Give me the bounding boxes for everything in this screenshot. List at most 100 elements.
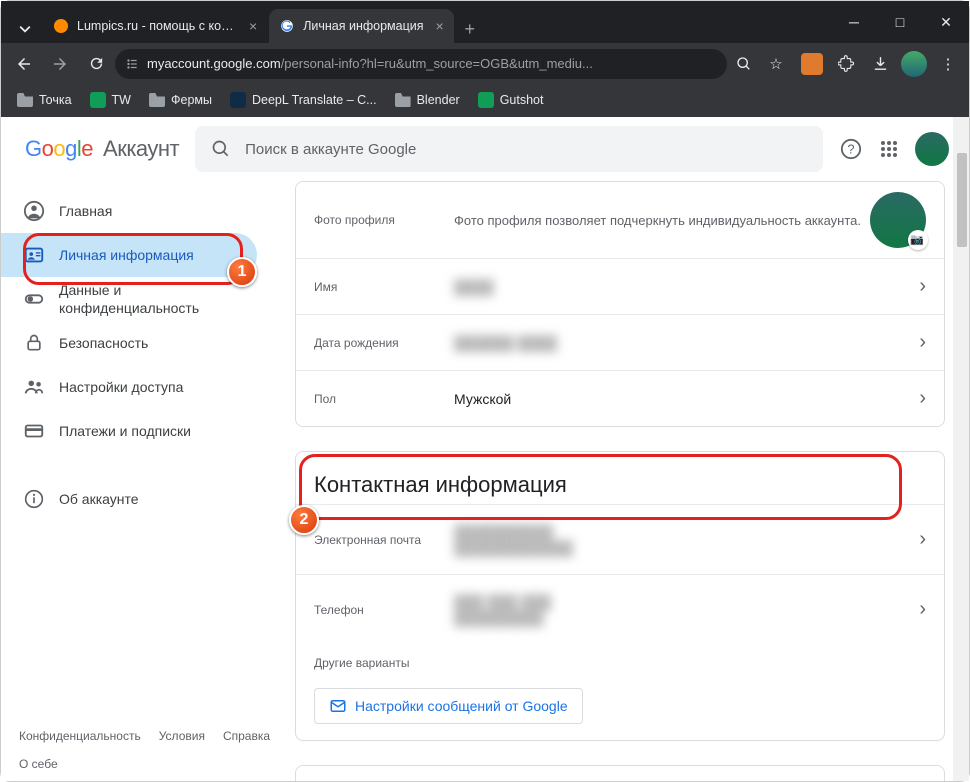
chevron-right-icon: › [919, 275, 926, 298]
tab-list-dropdown[interactable] [11, 15, 39, 43]
row-label: Имя [314, 280, 454, 294]
row-label: Пол [314, 392, 454, 406]
info-icon [23, 488, 45, 510]
address-bar[interactable]: myaccount.google.com/personal-info?hl=ru… [115, 49, 727, 79]
url-host: myaccount.google.com [147, 56, 281, 71]
toggle-icon [23, 288, 45, 310]
close-icon[interactable]: × [436, 18, 444, 34]
account-label: Аккаунт [103, 136, 179, 162]
bookmark-star-icon[interactable]: ☆ [761, 49, 791, 79]
sidebar-item-home[interactable]: Главная [1, 189, 257, 233]
sidebar-item-personal-info[interactable]: Личная информация [1, 233, 257, 277]
footer-privacy[interactable]: Конфиденциальность [19, 729, 141, 743]
sidebar-item-data-privacy[interactable]: Данные и конфиденциальность [1, 277, 257, 321]
sheet-icon [478, 92, 494, 108]
user-circle-icon [23, 200, 45, 222]
profile-avatar-chrome[interactable] [899, 49, 929, 79]
bookmark-deepl[interactable]: DeepL Translate – С... [224, 88, 383, 112]
apps-grid-icon[interactable] [877, 137, 901, 161]
tab-personal-info[interactable]: Личная информация × [269, 9, 454, 43]
row-value: ██████ ████ [454, 335, 919, 351]
folder-icon [395, 93, 411, 107]
row-label: Телефон [314, 603, 454, 617]
id-card-icon [23, 244, 45, 266]
row-phone[interactable]: Телефон ███ ███ ███ █████████ › [296, 574, 944, 644]
folder-icon [17, 93, 33, 107]
bookmark-gutshot[interactable]: Gutshot [472, 88, 550, 112]
sidebar-label: Данные и конфиденциальность [59, 281, 235, 317]
account-avatar[interactable] [915, 132, 949, 166]
google-messages-settings-button[interactable]: Настройки сообщений от Google [314, 688, 583, 724]
row-email[interactable]: Электронная почта ██████████ ███████████… [296, 504, 944, 574]
mail-icon [329, 697, 347, 715]
back-button[interactable] [7, 48, 41, 80]
bookmark-tw[interactable]: TW [84, 88, 137, 112]
zoom-icon[interactable] [729, 49, 759, 79]
google-account-logo[interactable]: Google Аккаунт [17, 136, 179, 162]
favicon-lumpics [53, 18, 69, 34]
new-tab-button[interactable]: + [456, 15, 484, 43]
row-gender[interactable]: Пол Мужской › [296, 370, 944, 426]
row-value: Мужской [454, 391, 919, 407]
basic-info-card: Фото профиля Фото профиля позволяет подч… [295, 181, 945, 427]
bookmark-folder[interactable]: Точка [11, 89, 78, 111]
annotation-badge-1: 1 [227, 257, 257, 287]
footer-terms[interactable]: Условия [159, 729, 205, 743]
reload-button[interactable] [79, 48, 113, 80]
sidebar-label: Настройки доступа [59, 379, 183, 395]
svg-text:?: ? [847, 142, 854, 157]
row-name[interactable]: Имя ████ › [296, 258, 944, 314]
annotation-badge-2: 2 [289, 505, 319, 535]
tab-lumpics[interactable]: Lumpics.ru - помощь с компь × [43, 9, 267, 43]
sidebar-item-about[interactable]: Об аккаунте [1, 477, 257, 521]
scrollbar-thumb[interactable] [957, 153, 967, 247]
window-maximize[interactable]: □ [877, 2, 923, 42]
window-minimize[interactable]: ─ [831, 2, 877, 42]
section-title: Адреса [296, 766, 944, 781]
footer-help[interactable]: Справка [223, 729, 270, 743]
row-value: ███ ███ ███ █████████ [454, 594, 919, 626]
close-icon[interactable]: × [249, 18, 257, 34]
window-close[interactable]: ✕ [923, 2, 969, 42]
sidebar-item-security[interactable]: Безопасность [1, 321, 257, 365]
profile-photo[interactable]: 📷 [870, 192, 926, 248]
contact-info-card: Контактная информация Электронная почта … [295, 451, 945, 741]
sidebar-item-payments[interactable]: Платежи и подписки [1, 409, 257, 453]
other-options-label: Другие варианты [296, 644, 944, 688]
bookmark-label: TW [112, 93, 131, 107]
bookmark-label: Blender [417, 93, 460, 107]
chrome-menu-icon[interactable]: ⋮ [933, 49, 963, 79]
row-birthday[interactable]: Дата рождения ██████ ████ › [296, 314, 944, 370]
row-profile-photo[interactable]: Фото профиля Фото профиля позволяет подч… [296, 182, 944, 258]
row-label: Дата рождения [314, 336, 454, 350]
footer-about[interactable]: О себе [19, 757, 253, 771]
bookmark-label: Точка [39, 93, 72, 107]
sidebar-label: Личная информация [59, 247, 194, 263]
sidebar-item-sharing[interactable]: Настройки доступа [1, 365, 257, 409]
sidebar-label: Главная [59, 203, 112, 219]
bookmark-label: Фермы [171, 93, 212, 107]
site-info-icon[interactable] [125, 57, 139, 71]
chevron-right-icon: › [919, 331, 926, 354]
help-icon[interactable]: ? [839, 137, 863, 161]
button-label: Настройки сообщений от Google [355, 698, 568, 714]
sheet-icon [90, 92, 106, 108]
bookmark-label: DeepL Translate – С... [252, 93, 377, 107]
row-hint: Фото профиля позволяет подчеркнуть индив… [454, 213, 870, 228]
forward-button[interactable] [43, 48, 77, 80]
bookmark-folder[interactable]: Фермы [143, 89, 218, 111]
chevron-right-icon: › [919, 598, 926, 621]
url-path: /personal-info?hl=ru&utm_source=OGB&utm_… [281, 56, 593, 71]
folder-icon [149, 93, 165, 107]
extensions-icon[interactable] [831, 49, 861, 79]
downloads-icon[interactable] [865, 49, 895, 79]
search-input[interactable]: Поиск в аккаунте Google [195, 126, 823, 172]
tab-title: Личная информация [303, 19, 423, 33]
bookmark-folder[interactable]: Blender [389, 89, 466, 111]
chevron-right-icon: › [919, 387, 926, 410]
addresses-card: Адреса Здесь вы можете изменить адреса, … [295, 765, 945, 781]
camera-icon: 📷 [910, 233, 924, 246]
row-label: Электронная почта [314, 533, 454, 547]
extension-fox[interactable] [797, 49, 827, 79]
tab-title: Lumpics.ru - помощь с компь [77, 19, 237, 33]
